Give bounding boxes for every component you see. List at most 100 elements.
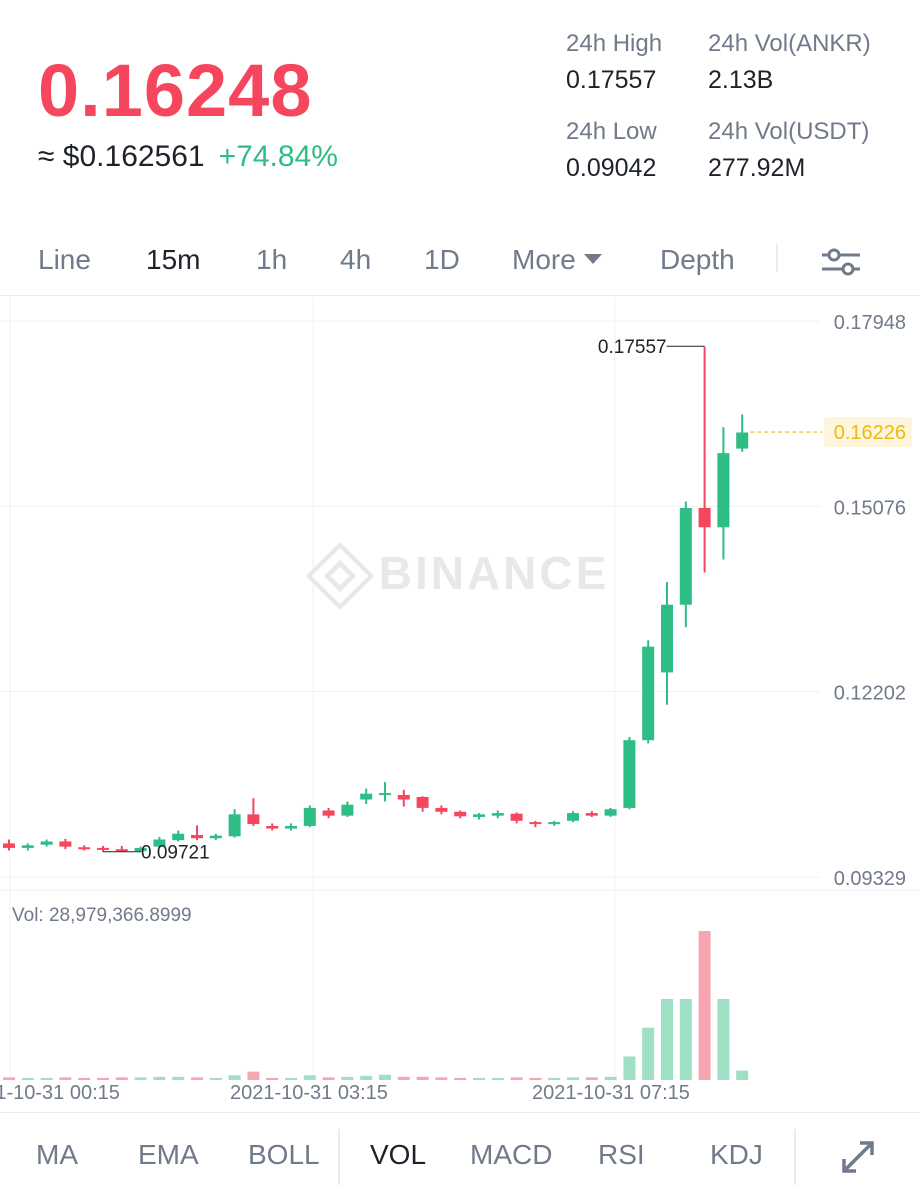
volume-bar xyxy=(623,1056,636,1080)
candle-body xyxy=(491,813,504,816)
candle-body xyxy=(209,835,222,839)
candle-body xyxy=(266,825,279,829)
indicator-divider xyxy=(794,1129,796,1185)
volume-bar xyxy=(435,1077,448,1080)
volume-bar xyxy=(416,1076,429,1080)
indicator-tab-bar: MA EMA BOLL VOL MACD RSI KDJ xyxy=(0,1112,920,1200)
volume-bar xyxy=(134,1077,147,1080)
indicator-rsi[interactable]: RSI xyxy=(598,1139,645,1171)
fullscreen-button[interactable] xyxy=(836,1135,880,1179)
stat-value: 0.09042 xyxy=(566,154,657,182)
candle-body xyxy=(736,432,749,449)
candle-body xyxy=(473,814,485,817)
candle-body xyxy=(40,841,53,845)
stat-value: 277.92M xyxy=(708,154,806,182)
indicator-boll[interactable]: BOLL xyxy=(248,1139,320,1171)
candle-body xyxy=(97,847,109,850)
candle-body xyxy=(642,646,655,741)
indicator-macd[interactable]: MACD xyxy=(470,1139,552,1171)
volume-bar xyxy=(97,1077,109,1080)
candlestick-chart[interactable]: 0.17948 0.15076 0.12202 0.09329 BINANCE Vol… xyxy=(0,297,920,1112)
volume-bar xyxy=(3,1077,15,1080)
candle-body xyxy=(585,813,598,816)
candle-body xyxy=(285,825,297,829)
high-marker-label: 0.17557 xyxy=(598,337,667,358)
tab-1d[interactable]: 1D xyxy=(424,244,460,276)
tab-more[interactable]: More xyxy=(512,244,602,276)
chart-canvas[interactable]: 0.17948 0.15076 0.12202 0.09329 BINANCE Vol… xyxy=(0,297,920,1112)
volume-bar xyxy=(379,1074,391,1080)
volume-bar xyxy=(585,1077,598,1080)
volume-bar xyxy=(153,1076,166,1080)
volume-bar xyxy=(303,1075,316,1080)
volume-bar xyxy=(360,1075,373,1080)
volume-bar xyxy=(228,1075,241,1080)
ticker-header: 0.16248 ≈ $0.162561 +74.84% 24h High 0.17… xyxy=(0,0,920,220)
price-subline: ≈ $0.162561 +74.84% xyxy=(38,140,338,174)
candle-body xyxy=(21,845,34,848)
stat-24h-high: 24h High 0.17557 xyxy=(566,30,662,95)
y-axis-label: 0.17948 xyxy=(834,312,906,334)
chart-settings-button[interactable] xyxy=(818,244,864,280)
stat-24h-low: 24h Low 0.09042 xyxy=(566,118,657,183)
candle-body xyxy=(623,740,636,808)
volume-bar xyxy=(491,1077,504,1080)
volume-bar xyxy=(59,1077,72,1080)
candle-body xyxy=(247,814,260,825)
volume-bar xyxy=(529,1077,542,1080)
volume-bar xyxy=(698,931,711,1080)
tab-more-label: More xyxy=(512,244,576,275)
volume-bar xyxy=(397,1076,410,1080)
indicator-ema[interactable]: EMA xyxy=(138,1139,199,1171)
volume-bar xyxy=(285,1078,297,1080)
volume-bar xyxy=(604,1076,617,1080)
volume-bar xyxy=(266,1077,279,1080)
candle-body xyxy=(510,813,523,821)
tab-4h[interactable]: 4h xyxy=(340,244,371,276)
candle-body xyxy=(454,811,467,817)
stat-value: 2.13B xyxy=(708,66,774,94)
candle-body xyxy=(303,807,316,826)
candle-body xyxy=(115,849,128,852)
x-axis-label: 2021-10-31 00:15 xyxy=(0,1082,120,1104)
candle-body xyxy=(529,822,542,825)
current-price-label: 0.16226 xyxy=(834,422,906,444)
volume-label: Vol: 28,979,366.8999 xyxy=(12,905,192,926)
volume-bar xyxy=(78,1077,91,1080)
candle-body xyxy=(322,810,335,816)
x-axis-label: 2021-10-31 03:15 xyxy=(230,1082,388,1104)
candle-body xyxy=(191,835,203,839)
volume-bar xyxy=(473,1077,485,1080)
candle-body xyxy=(78,847,91,850)
candle-body xyxy=(397,795,410,800)
candle-body xyxy=(379,793,391,796)
candle-body xyxy=(604,809,617,816)
tab-1h[interactable]: 1h xyxy=(256,244,287,276)
volume-bar xyxy=(322,1077,335,1080)
indicator-ma[interactable]: MA xyxy=(36,1139,78,1171)
volume-bar xyxy=(40,1077,53,1080)
candle-body xyxy=(679,507,692,605)
tab-line[interactable]: Line xyxy=(38,244,91,276)
indicator-kdj[interactable]: KDJ xyxy=(710,1139,763,1171)
candle-body xyxy=(172,833,185,841)
stat-24h-vol-quote: 24h Vol(USDT) 277.92M xyxy=(708,118,869,183)
candle-body xyxy=(3,843,15,848)
volume-bar xyxy=(247,1071,260,1080)
indicator-vol[interactable]: VOL xyxy=(370,1139,426,1171)
caret-down-icon xyxy=(583,253,602,264)
candle-body xyxy=(698,507,711,528)
tab-15m[interactable]: 15m xyxy=(146,244,200,276)
tab-divider xyxy=(776,244,778,272)
x-axis-label: 2021-10-31 07:15 xyxy=(532,1082,690,1104)
candle-body xyxy=(59,841,72,847)
tab-depth[interactable]: Depth xyxy=(660,244,735,276)
stat-24h-vol-base: 24h Vol(ANKR) 2.13B xyxy=(708,30,871,95)
candle-body xyxy=(548,822,561,825)
volume-bar xyxy=(172,1076,185,1080)
volume-bar xyxy=(642,1027,655,1080)
binance-logo-icon xyxy=(306,542,374,610)
y-axis-label: 0.15076 xyxy=(834,497,906,519)
candle-body xyxy=(341,804,354,816)
candle-body xyxy=(228,814,241,837)
